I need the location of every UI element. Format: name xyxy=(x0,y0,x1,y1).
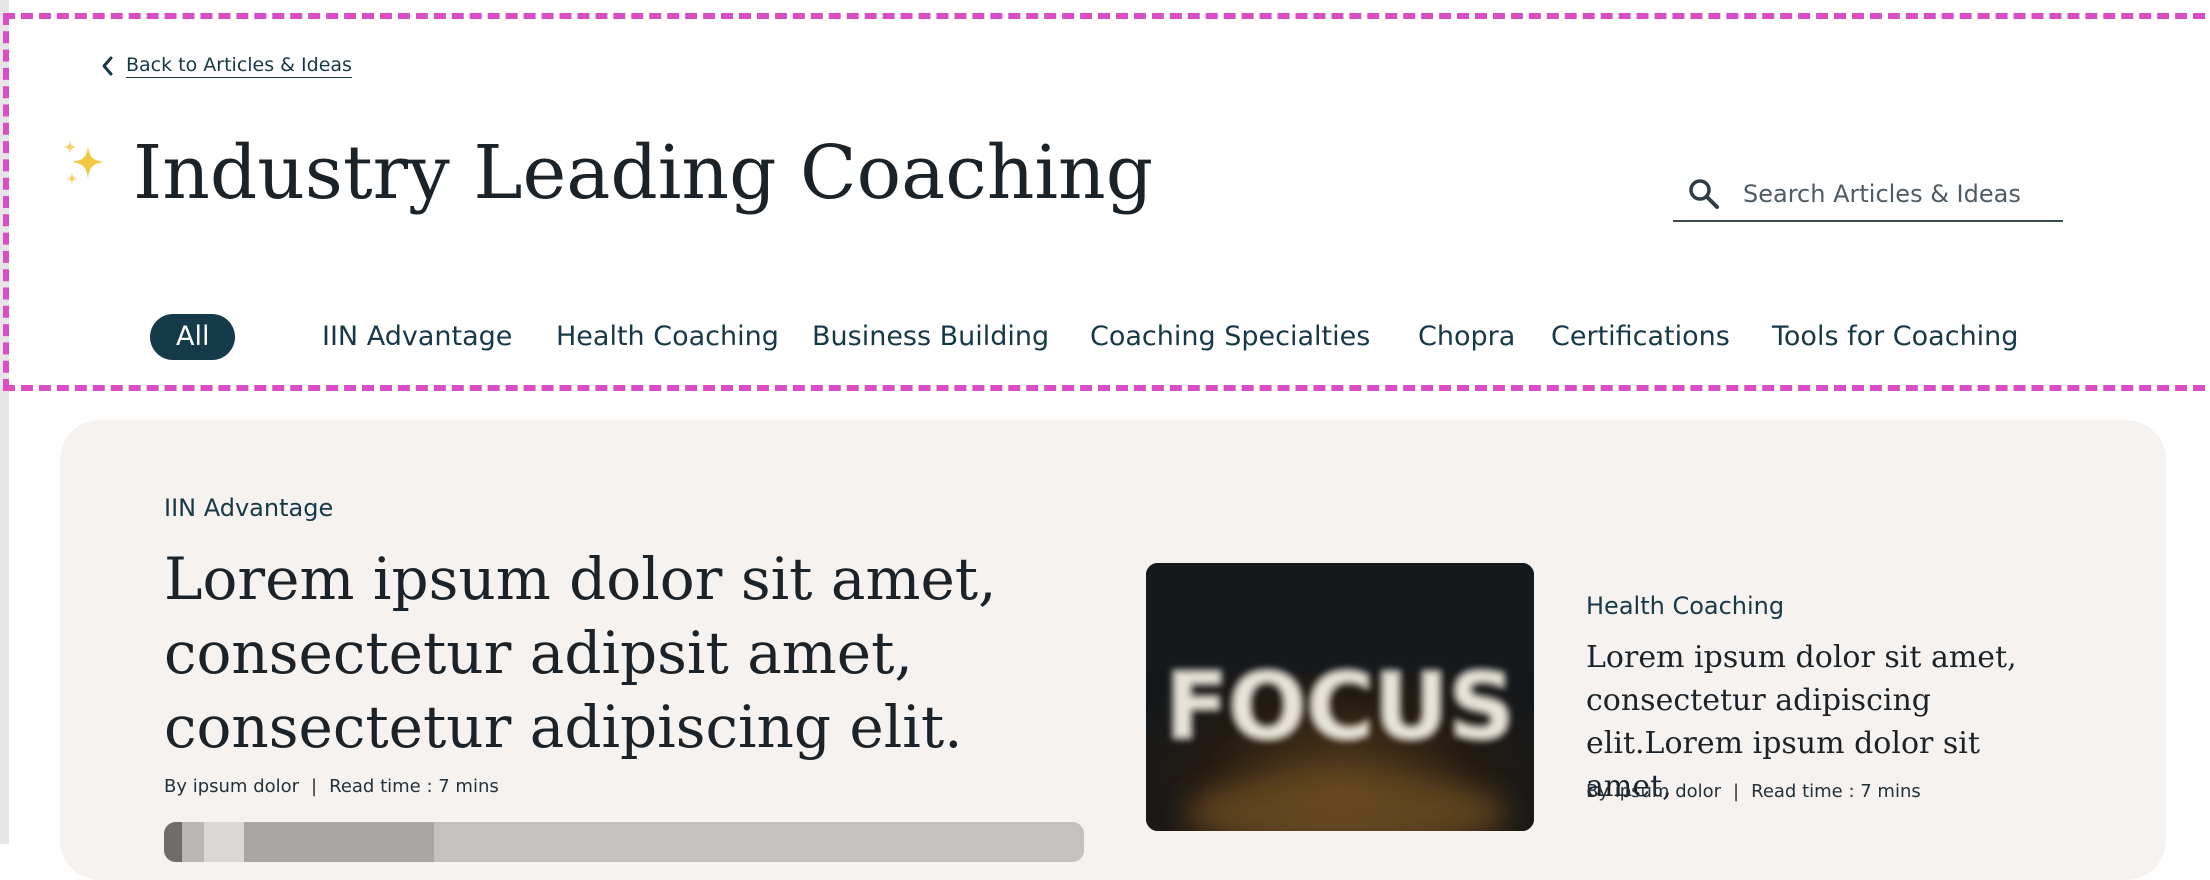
tab-tools-for-coaching[interactable]: Tools for Coaching xyxy=(1772,314,2018,360)
side-article-author: By ipsum dolor xyxy=(1586,781,1722,802)
tab-chopra[interactable]: Chopra xyxy=(1418,314,1515,360)
featured-image-content xyxy=(164,822,1084,862)
featured-article-title[interactable]: Lorem ipsum dolor sit amet, consectetur … xyxy=(164,542,1104,764)
focus-sign-photo: FOCUS FOCUS xyxy=(1146,563,1534,831)
back-to-articles-link[interactable]: Back to Articles & Ideas xyxy=(100,54,352,78)
featured-article-meta: By ipsum dolor | Read time : 7 mins xyxy=(164,776,499,797)
search-input[interactable] xyxy=(1743,180,2043,208)
meta-separator: | xyxy=(311,776,318,797)
left-gutter xyxy=(0,0,9,844)
featured-article-read-time: Read time : 7 mins xyxy=(329,776,499,797)
side-article-category[interactable]: Health Coaching xyxy=(1586,592,1784,620)
category-tabs: All IIN Advantage Health Coaching Busine… xyxy=(0,314,2210,362)
tab-business-building[interactable]: Business Building xyxy=(812,314,1049,360)
side-article-read-time: Read time : 7 mins xyxy=(1751,781,1921,802)
back-link-label: Back to Articles & Ideas xyxy=(126,54,352,78)
sparkles-icon xyxy=(63,140,104,185)
tab-certifications[interactable]: Certifications xyxy=(1551,314,1730,360)
tab-coaching-specialties[interactable]: Coaching Specialties xyxy=(1090,314,1370,360)
focus-sign-glow: FOCUS xyxy=(1165,653,1515,760)
featured-article-image[interactable] xyxy=(164,822,1084,862)
tab-health-coaching[interactable]: Health Coaching xyxy=(556,314,779,360)
chevron-left-icon xyxy=(102,56,113,76)
side-article-meta: By ipsum dolor | Read time : 7 mins xyxy=(1586,781,1921,802)
search-icon[interactable] xyxy=(1687,177,1721,211)
featured-article-author: By ipsum dolor xyxy=(164,776,300,797)
tab-all[interactable]: All xyxy=(150,314,236,360)
featured-article-category[interactable]: IIN Advantage xyxy=(164,494,333,522)
meta-separator: | xyxy=(1733,781,1740,802)
search-box[interactable] xyxy=(1673,168,2063,222)
side-article-image[interactable]: FOCUS FOCUS xyxy=(1146,563,1534,831)
tab-iin-advantage[interactable]: IIN Advantage xyxy=(322,314,512,360)
page-title: Industry Leading Coaching xyxy=(133,130,1154,216)
